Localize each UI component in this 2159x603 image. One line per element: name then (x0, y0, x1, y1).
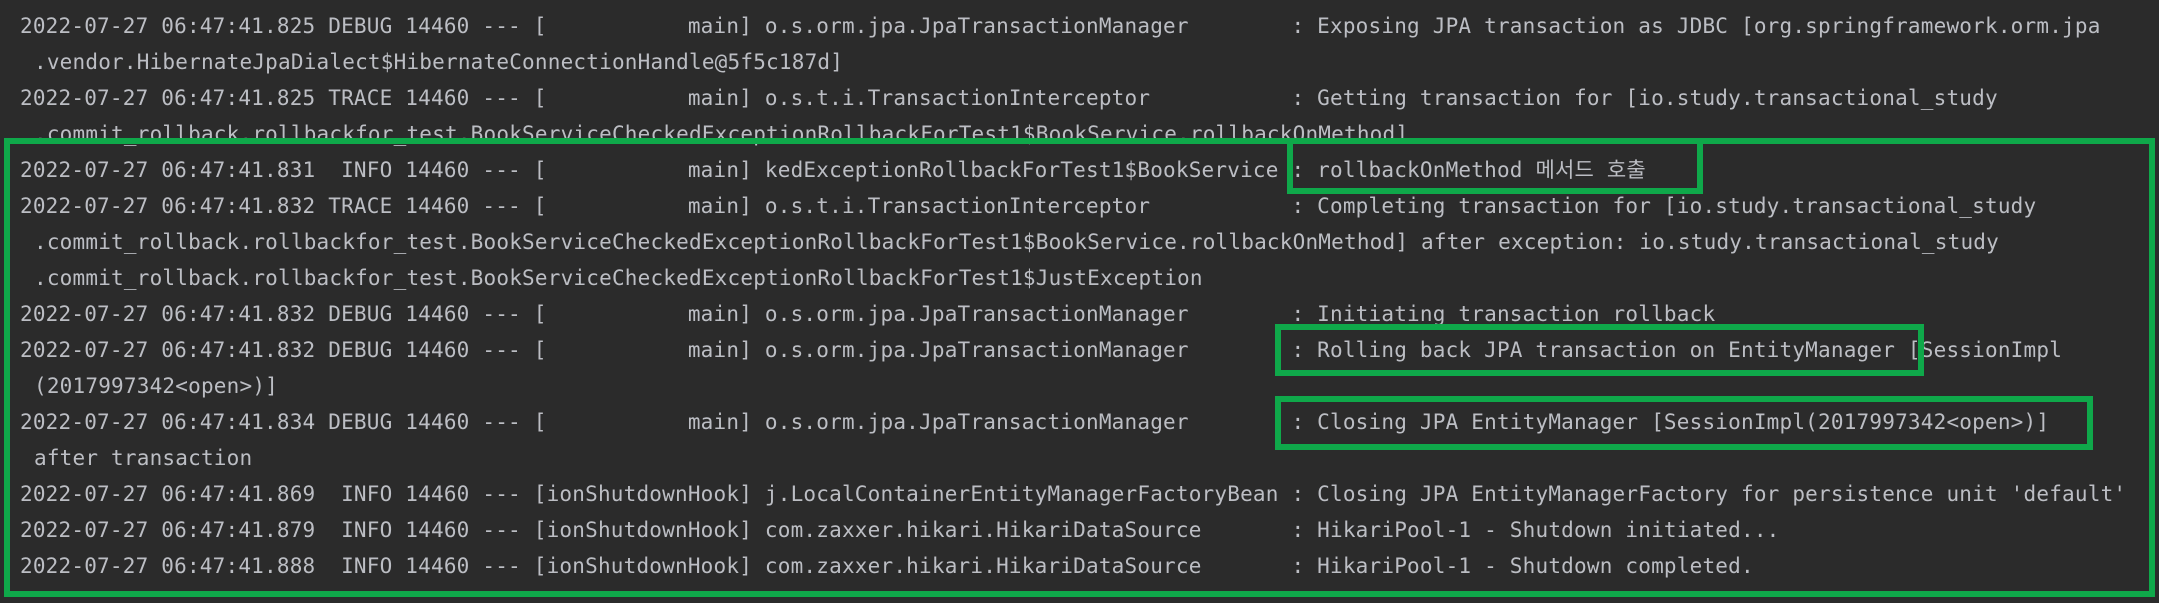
console-output[interactable]: 2022-07-27 06:47:41.825 DEBUG 14460 --- … (0, 0, 2159, 603)
highlight-box-method-call (1287, 138, 1703, 194)
log-line: 2022-07-27 06:47:41.825 TRACE 14460 --- … (20, 86, 1998, 110)
log-line-continuation: .vendor.HibernateJpaDialect$HibernateCon… (34, 50, 844, 74)
highlight-box-rolling-back (1275, 324, 1924, 376)
highlight-box-closing-entitymanager (1275, 396, 2093, 450)
log-line: 2022-07-27 06:47:41.825 DEBUG 14460 --- … (20, 14, 2101, 38)
